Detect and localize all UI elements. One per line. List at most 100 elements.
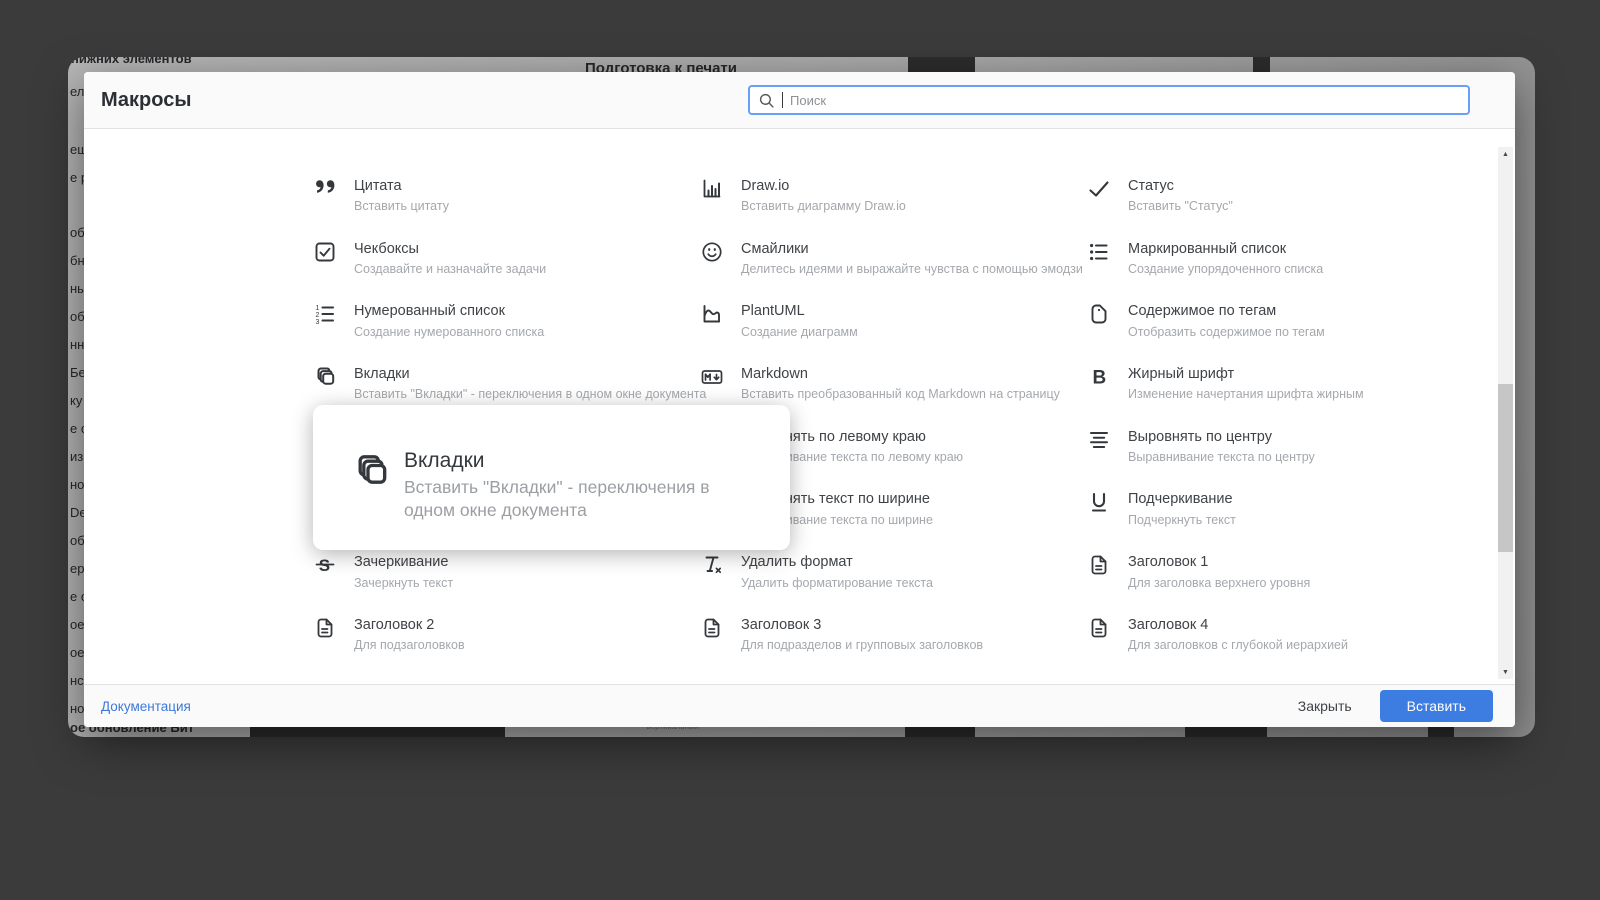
macro-text: Подчеркивание Подчеркнуть текст [1128, 491, 1236, 526]
macro-description: Подчеркнуть текст [1128, 512, 1236, 527]
svg-text:B: B [1093, 368, 1107, 389]
macro-text: Маркированный список Создание упорядоченн… [1128, 241, 1323, 276]
numbered-list-icon: 123 [313, 302, 337, 326]
tabs-icon [351, 451, 391, 491]
macro-item[interactable]: Подчеркивание Подчеркнуть текст [1087, 491, 1474, 554]
scroll-down-arrow[interactable]: ▼ [1498, 665, 1513, 679]
page-fragment: но [70, 477, 85, 492]
macro-tooltip: Вкладки Вставить "Вкладки" - переключени… [313, 405, 790, 550]
macro-text: Draw.io Вставить диаграмму Draw.io [741, 178, 906, 213]
heading-icon [1087, 616, 1111, 640]
page-fragment: нн [70, 337, 85, 352]
macro-item[interactable]: Смайлики Делитесь идеями и выражайте чувс… [700, 241, 1087, 304]
page-fragment: ку [70, 393, 83, 408]
tooltip-text: Вкладки Вставить "Вкладки" - переключени… [404, 449, 734, 550]
documentation-link[interactable]: Документация [101, 699, 191, 714]
macro-text: Нумерованный список Создание нумерованног… [354, 303, 544, 338]
macro-description: Вставить цитату [354, 199, 449, 214]
search-box[interactable] [748, 85, 1470, 115]
quote-icon [313, 177, 337, 201]
macro-text: Чекбоксы Создавайте и назначайте задачи [354, 241, 546, 276]
macro-item[interactable]: B Жирный шрифт Изменение начертания шрифта… [1087, 366, 1474, 429]
macro-item[interactable]: Выровнять по центру Выравнивание текста п… [1087, 429, 1474, 492]
macro-title: Заголовок 1 [1128, 554, 1209, 571]
page-fragment: об [70, 225, 85, 240]
macro-title: Содержимое по тегам [1128, 303, 1277, 320]
macro-item[interactable]: Удалить формат Удалить форматирование тек… [700, 554, 1087, 617]
tag-icon [1087, 302, 1111, 326]
macro-description: Создавайте и назначайте задачи [354, 262, 547, 277]
macro-title: Draw.io [741, 178, 790, 194]
svg-text:S: S [319, 556, 330, 575]
align-center-icon [1087, 428, 1111, 452]
insert-button[interactable]: Вставить [1379, 690, 1493, 722]
macro-item[interactable]: Заголовок 3 Для подразделов и групповых з… [700, 617, 1087, 680]
svg-text:1: 1 [316, 305, 320, 312]
macro-title: Зачеркивание [354, 554, 449, 571]
macro-item[interactable]: Цитата Вставить цитату [313, 178, 700, 241]
smiley-icon [700, 240, 724, 264]
macro-title: Жирный шрифт [1128, 366, 1235, 383]
dialog-footer: Документация Закрыть Вставить [84, 684, 1515, 727]
macro-text: Цитата Вставить цитату [354, 178, 449, 213]
macro-description: Вставить диаграмму Draw.io [741, 199, 906, 214]
bullet-list-icon [1087, 240, 1111, 264]
macro-description: Создание упорядоченного списка [1128, 262, 1324, 277]
macro-item[interactable]: Содержимое по тегам Отобразить содержимое… [1087, 303, 1474, 366]
dialog-title: Макросы [101, 88, 192, 111]
macro-item[interactable]: Маркированный список Создание упорядоченн… [1087, 241, 1474, 304]
macro-title: Цитата [354, 178, 402, 194]
macro-item[interactable]: Статус Вставить "Статус" [1087, 178, 1474, 241]
macro-title: Markdown [741, 366, 808, 383]
macro-title: PlantUML [741, 303, 805, 320]
macro-item[interactable]: Draw.io Вставить диаграмму Draw.io [700, 178, 1087, 241]
macros-dialog: Макросы Цитата Вставить цитату Draw.io Вста… [84, 72, 1515, 727]
macro-text: Заголовок 2 Для подзаголовков [354, 617, 465, 652]
macro-description: Для заголовков с глубокой иерархией [1128, 638, 1348, 653]
tooltip-description: Вставить "Вкладки" - переключения в одно… [404, 477, 710, 521]
macro-title: Нумерованный список [354, 303, 505, 320]
close-button[interactable]: Закрыть [1284, 692, 1366, 720]
scrollbar[interactable]: ▲ ▼ [1498, 147, 1513, 679]
macro-description: Для подзаголовков [354, 638, 465, 653]
tooltip-title: Вкладки [404, 449, 485, 472]
search-input[interactable] [790, 92, 1460, 108]
macro-text: Содержимое по тегам Отобразить содержимое… [1128, 303, 1325, 338]
macro-title: Заголовок 3 [741, 616, 822, 633]
macro-text: Смайлики Делитесь идеями и выражайте чувс… [741, 241, 1083, 276]
macro-text: Заголовок 1 Для заголовка верхнего уровня [1128, 554, 1310, 589]
macro-description: Удалить форматирование текста [741, 575, 933, 590]
scrollbar-thumb[interactable] [1498, 384, 1513, 552]
macro-item[interactable]: Заголовок 4 Для заголовков с глубокой иер… [1087, 617, 1474, 680]
page-fragment: ое [70, 645, 85, 660]
macro-text: Зачеркивание Зачеркнуть текст [354, 554, 453, 589]
page-fragment: бн [70, 253, 85, 268]
macro-text: Статус Вставить "Статус" [1128, 178, 1233, 213]
backdrop-rect [1253, 57, 1270, 72]
macro-description: Вставить "Вкладки" - переключения в одно… [354, 387, 707, 402]
macro-item[interactable]: Заголовок 1 Для заголовка верхнего уровня [1087, 554, 1474, 617]
strikethrough-icon: S [313, 553, 337, 577]
macro-title: Заголовок 2 [354, 616, 435, 633]
screen: нижних элементов Подготовка к печати ели ещ… [0, 0, 1600, 900]
checkbox-icon [313, 240, 337, 264]
macro-item[interactable]: 1 2 3 Нумерованный список Создание нумерован… [313, 303, 700, 366]
macro-description: Создание нумерованного списка [354, 324, 545, 339]
backdrop-rect [908, 57, 975, 72]
macro-item[interactable]: Заголовок 2 Для подзаголовков [313, 617, 700, 680]
bold-icon: B [1087, 365, 1111, 389]
macro-text: Вкладки Вставить "Вкладки" - переключения… [354, 366, 706, 401]
scroll-up-arrow[interactable]: ▲ [1498, 147, 1513, 161]
macro-description: Для заголовка верхнего уровня [1128, 575, 1311, 590]
macro-text: Выровнять по центру Выравнивание текста п… [1128, 429, 1315, 464]
page-fragment: об [70, 533, 85, 548]
macro-item[interactable]: S Зачеркивание Зачеркнуть текст [313, 554, 700, 617]
macro-description: Отобразить содержимое по тегам [1128, 324, 1325, 339]
page-fragment: об [70, 309, 85, 324]
macro-item[interactable]: PlantUML Создание диаграмм [700, 303, 1087, 366]
footer-buttons: Закрыть Вставить [1284, 690, 1493, 722]
macro-item[interactable]: Чекбоксы Создавайте и назначайте задачи [313, 241, 700, 304]
macro-description: Вставить преобразованный код Markdown на… [741, 387, 1060, 402]
underline-icon [1087, 490, 1111, 514]
macro-text: Заголовок 3 Для подразделов и групповых з… [741, 617, 983, 652]
